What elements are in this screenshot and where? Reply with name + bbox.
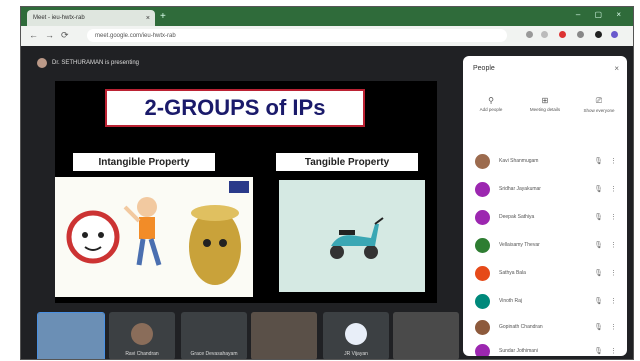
participant-tile[interactable] [251,312,317,359]
participant-tile[interactable]: JR Vijayan [323,312,389,359]
presenter-avatar [37,58,47,68]
participant-name: Kavi Shanmugam [499,158,539,164]
video-feed [38,313,104,359]
grid-icon: ⎚ [595,96,603,105]
details-icon: ⊞ [541,96,549,105]
extension-icon[interactable] [595,31,602,38]
close-icon[interactable]: × [614,64,619,73]
participant-name: Ravi Chandran [125,351,159,357]
slide-title: 2-GROUPS of IPs [105,89,365,127]
extension-icon[interactable] [541,31,548,38]
more-icon[interactable]: ⋮ [610,241,617,249]
avatar [475,209,490,225]
profile-avatar[interactable] [611,31,618,38]
more-icon[interactable]: ⋮ [610,297,617,305]
browser-toolbar: ← → ⟳ meet.google.com/ieu-hwtx-rab [21,26,633,46]
participant-row[interactable]: Sridhar Jayakumar 🎙 ⋮ [463,176,627,202]
intangible-illustration [55,177,253,297]
participant-tile[interactable] [37,312,105,359]
window-controls[interactable]: – ▢ × [576,10,627,19]
tab-title: Meet - ieu-hwtx-rab [33,15,85,21]
reload-icon[interactable]: ⟳ [61,30,69,41]
participant-name: Vinoth Raj [499,298,522,304]
presenting-banner: Dr. SETHURAMAN is presenting [37,58,139,68]
video-feed [393,312,459,359]
show-everyone-button[interactable]: ⎚ Show everyone [577,96,621,113]
participant-name: Vellaisamy Thevar [499,242,540,248]
avatar [475,265,490,281]
avatar [475,319,490,335]
participant-name: Sathya Bala [499,270,526,276]
participant-name: Deepak Sathiya [499,214,535,220]
mic-icon[interactable]: 🎙 [594,323,603,331]
mic-icon[interactable]: 🎙 [594,347,603,355]
avatar [345,323,367,345]
mic-icon[interactable]: 🎙 [594,157,603,165]
url-text: meet.google.com/ieu-hwtx-rab [95,32,176,39]
more-icon[interactable]: ⋮ [610,213,617,221]
meeting-details-button[interactable]: ⊞ Meeting details [523,96,567,112]
tab-close-icon[interactable]: × [146,15,150,22]
participant-row[interactable]: Sundar Jothimani 🎙 ⋮ [463,338,627,356]
intangible-label: Intangible Property [73,153,215,171]
participant-row[interactable]: Kavi Shanmugam 🎙 ⋮ [463,148,627,174]
participant-name: Sridhar Jayakumar [499,186,541,192]
participant-name: Sundar Jothimani [499,348,538,354]
participant-row[interactable]: Vinoth Raj 🎙 ⋮ [463,288,627,314]
add-people-button[interactable]: ⚲ Add people [469,96,513,112]
mic-icon[interactable]: 🎙 [594,297,603,305]
avatar [475,181,490,197]
extension-icon[interactable] [559,31,566,38]
address-bar[interactable]: meet.google.com/ieu-hwtx-rab [87,29,507,42]
participant-tile[interactable]: Grace Devasahayam [181,312,247,359]
more-icon[interactable]: ⋮ [610,347,617,355]
tangible-label: Tangible Property [276,153,418,171]
avatar [475,237,490,253]
new-tab-icon[interactable]: + [160,11,166,22]
participant-name: JR Vijayan [344,351,368,357]
mic-icon[interactable]: 🎙 [594,241,603,249]
participant-name: Grace Devasahayam [190,351,238,357]
tab-label: Meeting details [529,107,561,112]
video-feed [251,312,317,359]
presenting-text: Dr. SETHURAMAN is presenting [52,60,140,66]
mic-icon[interactable]: 🎙 [594,269,603,277]
meet-area: Dr. SETHURAMAN is presenting 2-GROUPS of… [21,46,633,359]
mic-icon[interactable]: 🎙 [594,185,603,193]
avatar [475,153,490,169]
browser-tab[interactable]: Meet - ieu-hwtx-rab × [27,10,155,26]
avatar [131,323,153,345]
avatar [475,293,490,309]
back-icon[interactable]: ← [29,30,38,40]
more-icon[interactable]: ⋮ [610,157,617,165]
extension-icon[interactable] [526,31,533,38]
more-icon[interactable]: ⋮ [610,185,617,193]
participant-name: Gopinath Chandran [499,324,543,330]
participant-row[interactable]: Deepak Sathiya 🎙 ⋮ [463,204,627,230]
panel-title: People [473,65,495,72]
browser-window: Meet - ieu-hwtx-rab × + – ▢ × ← → ⟳ meet… [20,6,634,360]
tab-label: Add people [479,107,503,112]
extension-icon[interactable] [577,31,584,38]
tab-bar: Meet - ieu-hwtx-rab × + – ▢ × [21,7,633,26]
more-icon[interactable]: ⋮ [610,323,617,331]
tab-label: Show everyone [583,108,615,113]
participant-tile[interactable] [393,312,459,359]
tangible-illustration [279,180,425,292]
presentation-slide: 2-GROUPS of IPs Intangible Property Tang… [55,81,437,303]
people-panel: People × ⚲ Add people ⊞ Meeting details … [463,56,627,356]
participant-row[interactable]: Gopinath Chandran 🎙 ⋮ [463,314,627,340]
mic-icon[interactable]: 🎙 [594,213,603,221]
participant-row[interactable]: Sathya Bala 🎙 ⋮ [463,260,627,286]
participant-tile[interactable]: Ravi Chandran [109,312,175,359]
avatar [475,343,490,356]
more-icon[interactable]: ⋮ [610,269,617,277]
participant-row[interactable]: Vellaisamy Thevar 🎙 ⋮ [463,232,627,258]
add-people-icon: ⚲ [488,96,494,105]
forward-icon[interactable]: → [45,30,54,40]
